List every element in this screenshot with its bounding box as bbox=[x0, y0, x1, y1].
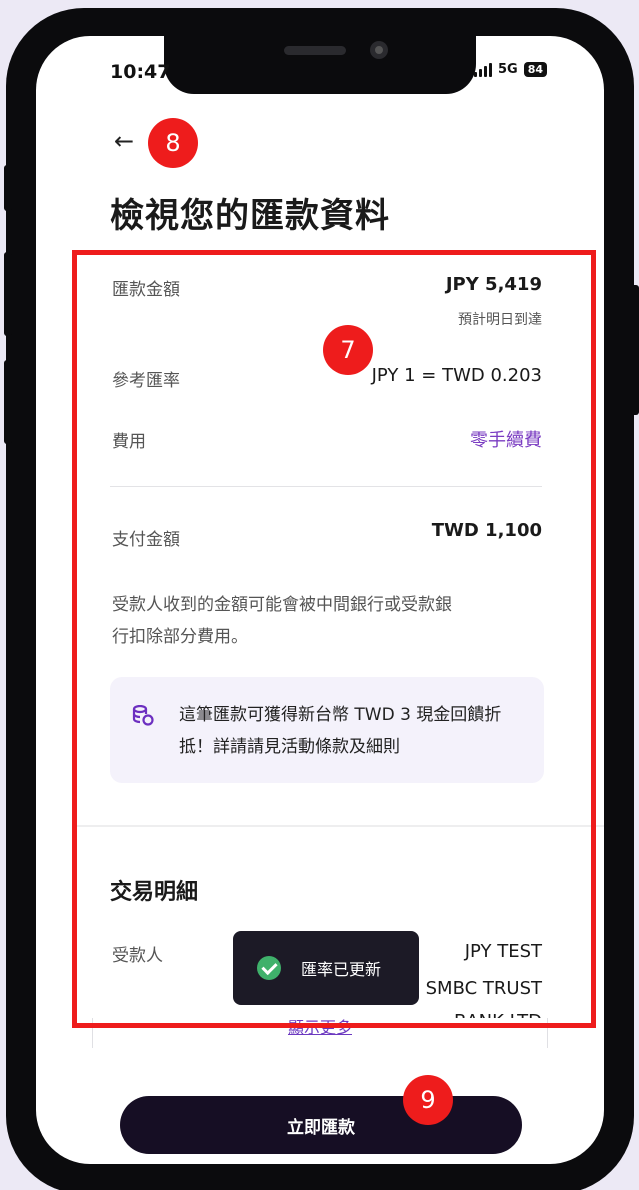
volume-up-button bbox=[4, 252, 12, 336]
back-arrow-icon[interactable]: ← bbox=[114, 127, 134, 155]
status-time: 10:47 bbox=[110, 61, 171, 83]
mute-switch bbox=[4, 165, 12, 211]
signal-icon bbox=[474, 62, 492, 77]
send-now-button[interactable]: 立即匯款 bbox=[120, 1096, 522, 1154]
annotation-badge-7: 7 bbox=[323, 325, 373, 375]
page-title: 檢視您的匯款資料 bbox=[110, 196, 390, 236]
volume-down-button bbox=[4, 360, 12, 444]
camera bbox=[370, 41, 388, 59]
status-indicators: 5G 84 bbox=[474, 62, 548, 77]
power-button bbox=[631, 285, 639, 415]
battery-icon: 84 bbox=[523, 62, 548, 77]
annotation-badge-8: 8 bbox=[148, 118, 198, 168]
network-type: 5G bbox=[498, 62, 518, 77]
speaker bbox=[284, 46, 346, 55]
annotation-badge-9: 9 bbox=[403, 1075, 453, 1125]
notch bbox=[164, 36, 476, 94]
